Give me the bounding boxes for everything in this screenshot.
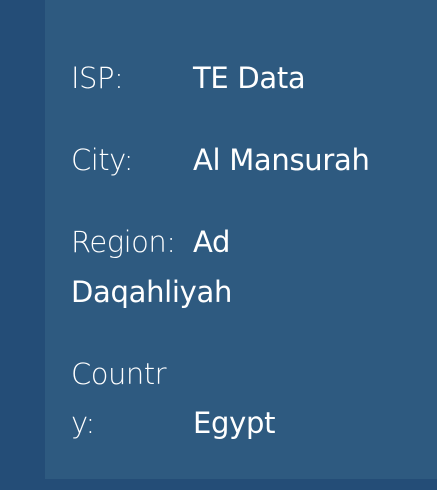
region-value-line2: Daqahliyah: [71, 275, 233, 309]
city-value: Al Mansurah: [193, 143, 370, 177]
country-value: Egypt: [193, 406, 276, 440]
country-label-line2: y:: [71, 406, 95, 440]
city-label: City:: [71, 143, 134, 177]
bottom-strip: [0, 479, 437, 490]
country-label-line1: Countr: [71, 357, 167, 391]
isp-value: TE Data: [193, 61, 306, 95]
region-value-line1: Ad: [193, 225, 231, 259]
isp-label: ISP:: [71, 61, 124, 95]
region-label: Region:: [71, 225, 176, 259]
